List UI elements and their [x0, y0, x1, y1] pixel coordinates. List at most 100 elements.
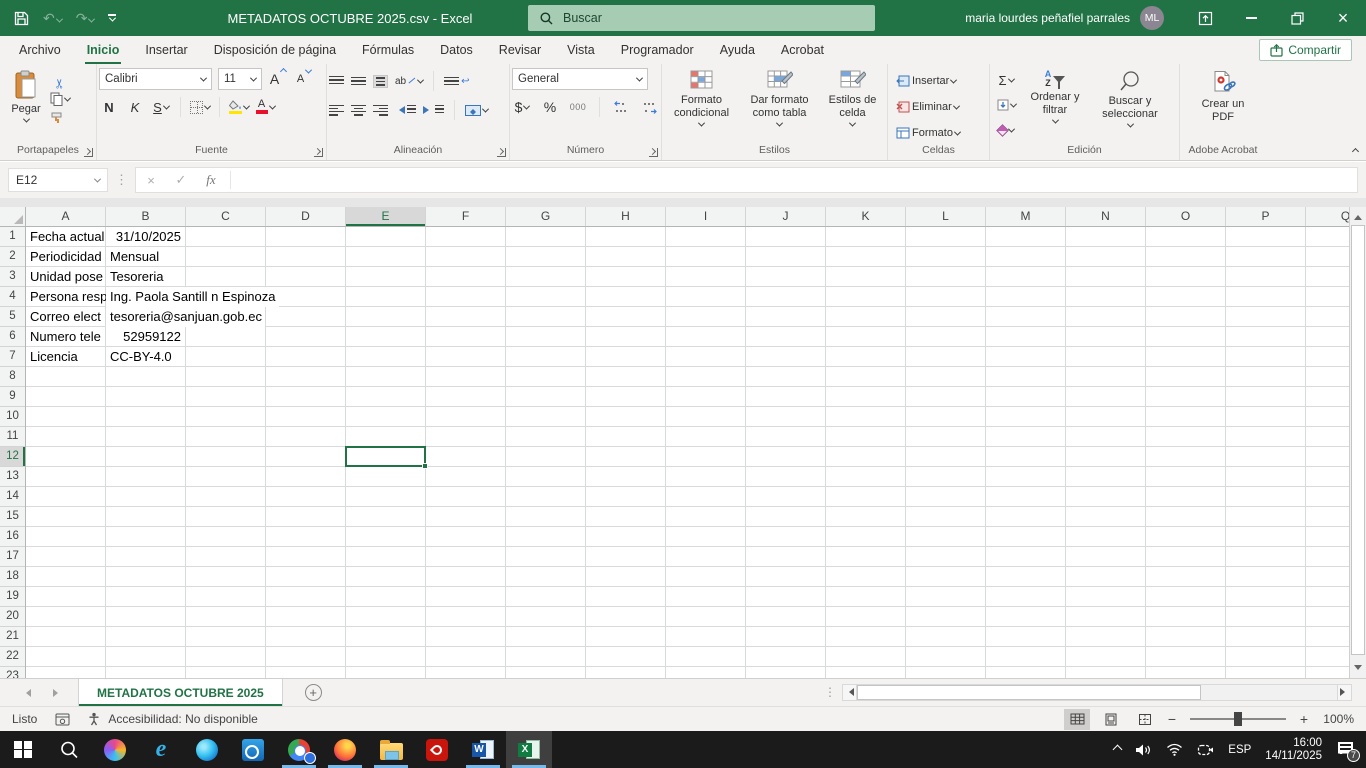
align-bottom-icon[interactable]: [373, 75, 388, 88]
cell-A1[interactable]: Fecha actual: [26, 227, 106, 247]
column-header-I[interactable]: I: [666, 207, 746, 226]
wrap-text-icon[interactable]: ↩: [444, 71, 469, 91]
delete-cells-button[interactable]: Eliminar: [896, 97, 987, 117]
tab-ayuda[interactable]: Ayuda: [707, 36, 768, 64]
align-top-icon[interactable]: [329, 75, 344, 88]
column-header-D[interactable]: D: [266, 207, 346, 226]
next-sheet-icon[interactable]: [53, 689, 62, 697]
copy-icon[interactable]: [50, 92, 70, 106]
font-color-icon[interactable]: A: [255, 97, 275, 117]
customize-qat-icon[interactable]: [108, 14, 116, 21]
decrease-indent-icon[interactable]: [395, 100, 416, 120]
autosum-icon[interactable]: Σ: [996, 70, 1016, 90]
italic-button[interactable]: K: [125, 97, 145, 117]
acrobat-button[interactable]: [414, 731, 460, 768]
cell-A3[interactable]: Unidad pose: [26, 267, 106, 287]
fill-color-icon[interactable]: [229, 97, 249, 117]
decrease-decimal-icon[interactable]: [639, 97, 659, 117]
language-indicator[interactable]: ESP: [1228, 744, 1251, 756]
word-button[interactable]: W: [460, 731, 506, 768]
column-header-J[interactable]: J: [746, 207, 826, 226]
tab-disposici-n-de-p-gina[interactable]: Disposición de página: [201, 36, 349, 64]
horizontal-scroll-thumb[interactable]: [857, 685, 1201, 700]
decrease-font-icon[interactable]: A: [294, 69, 314, 89]
search-box[interactable]: [528, 5, 875, 31]
normal-view-icon[interactable]: [1064, 709, 1090, 730]
notification-center-icon[interactable]: 7: [1336, 741, 1356, 759]
column-header-P[interactable]: P: [1226, 207, 1306, 226]
select-all-corner[interactable]: [0, 207, 26, 227]
column-header-A[interactable]: A: [26, 207, 106, 226]
font-size-select[interactable]: 11: [218, 68, 262, 90]
tab-inicio[interactable]: Inicio: [74, 36, 133, 64]
alignment-dialog-launcher[interactable]: [497, 148, 506, 157]
cell-B4[interactable]: Ing. Paola Santill n Espinoza: [106, 287, 279, 307]
column-header-L[interactable]: L: [906, 207, 986, 226]
format-as-table-button[interactable]: Dar formato como tabla: [741, 67, 819, 127]
increase-font-icon[interactable]: A: [268, 69, 288, 89]
currency-icon[interactable]: $: [512, 97, 532, 117]
internet-explorer-button[interactable]: e: [138, 731, 184, 768]
create-pdf-button[interactable]: Crear un PDF: [1193, 67, 1253, 124]
column-header-G[interactable]: G: [506, 207, 586, 226]
accessibility-status[interactable]: Accesibilidad: No disponible: [108, 712, 257, 726]
redo-icon[interactable]: ↷: [76, 10, 95, 27]
taskbar-search-button[interactable]: [46, 731, 92, 768]
firefox-button[interactable]: [322, 731, 368, 768]
tab-split-handle[interactable]: ⋮: [824, 685, 836, 699]
cell-A5[interactable]: Correo elect: [26, 307, 106, 327]
cell-B3[interactable]: Tesoreria: [106, 267, 186, 287]
paste-button[interactable]: Pegar: [2, 67, 50, 123]
zoom-out-icon[interactable]: −: [1166, 711, 1178, 727]
font-name-select[interactable]: Calibri: [99, 68, 212, 90]
number-dialog-launcher[interactable]: [649, 148, 658, 157]
ribbon-display-options-icon[interactable]: [1182, 0, 1228, 36]
tab-vista[interactable]: Vista: [554, 36, 608, 64]
cell-styles-button[interactable]: Estilos de celda: [822, 67, 884, 127]
vertical-scroll-thumb[interactable]: [1351, 225, 1365, 655]
percent-icon[interactable]: %: [540, 97, 560, 117]
align-middle-icon[interactable]: [351, 75, 366, 88]
edge-button[interactable]: [184, 731, 230, 768]
clipboard-dialog-launcher[interactable]: [84, 148, 93, 157]
orientation-icon[interactable]: ab: [395, 71, 423, 91]
cell-A7[interactable]: Licencia: [26, 347, 106, 367]
borders-icon[interactable]: [190, 97, 210, 117]
number-format-select[interactable]: General: [512, 68, 648, 90]
insert-function-icon[interactable]: fx: [196, 172, 226, 188]
meet-now-icon[interactable]: [1197, 743, 1214, 757]
fill-handle[interactable]: [422, 463, 428, 469]
column-header-B[interactable]: B: [106, 207, 186, 226]
tab-programador[interactable]: Programador: [608, 36, 707, 64]
cell-A2[interactable]: Periodicidad: [26, 247, 106, 267]
font-dialog-launcher[interactable]: [314, 148, 323, 157]
column-header-C[interactable]: C: [186, 207, 266, 226]
zoom-level[interactable]: 100%: [1318, 712, 1354, 726]
outlook-button[interactable]: [230, 731, 276, 768]
clock[interactable]: 16:00 14/11/2025: [1265, 737, 1322, 763]
macro-record-icon[interactable]: [55, 713, 70, 726]
zoom-slider[interactable]: [1190, 718, 1286, 720]
formula-bar-splitter[interactable]: ⋮: [115, 172, 128, 188]
column-header-F[interactable]: F: [426, 207, 506, 226]
excel-button[interactable]: X: [506, 731, 552, 768]
format-painter-icon[interactable]: [50, 111, 70, 124]
tab-acrobat[interactable]: Acrobat: [768, 36, 837, 64]
start-button[interactable]: [0, 731, 46, 768]
restore-button[interactable]: [1274, 0, 1320, 36]
close-button[interactable]: ×: [1320, 0, 1366, 36]
align-left-icon[interactable]: [329, 104, 344, 117]
page-break-view-icon[interactable]: [1132, 709, 1158, 730]
align-center-icon[interactable]: [351, 104, 366, 117]
sheet-tab[interactable]: METADATOS OCTUBRE 2025: [78, 679, 283, 706]
column-header-K[interactable]: K: [826, 207, 906, 226]
user-name[interactable]: maria lourdes peñafiel parrales: [965, 11, 1130, 25]
format-cells-button[interactable]: Formato: [896, 123, 987, 143]
scroll-right-icon[interactable]: [1337, 684, 1352, 701]
cut-icon[interactable]: ✂: [52, 69, 68, 89]
cell-A4[interactable]: Persona resp: [26, 287, 106, 307]
tab-f-rmulas[interactable]: Fórmulas: [349, 36, 427, 64]
column-header-N[interactable]: N: [1066, 207, 1146, 226]
scroll-down-icon[interactable]: [1350, 661, 1366, 678]
enter-icon[interactable]: ✓: [166, 172, 196, 188]
